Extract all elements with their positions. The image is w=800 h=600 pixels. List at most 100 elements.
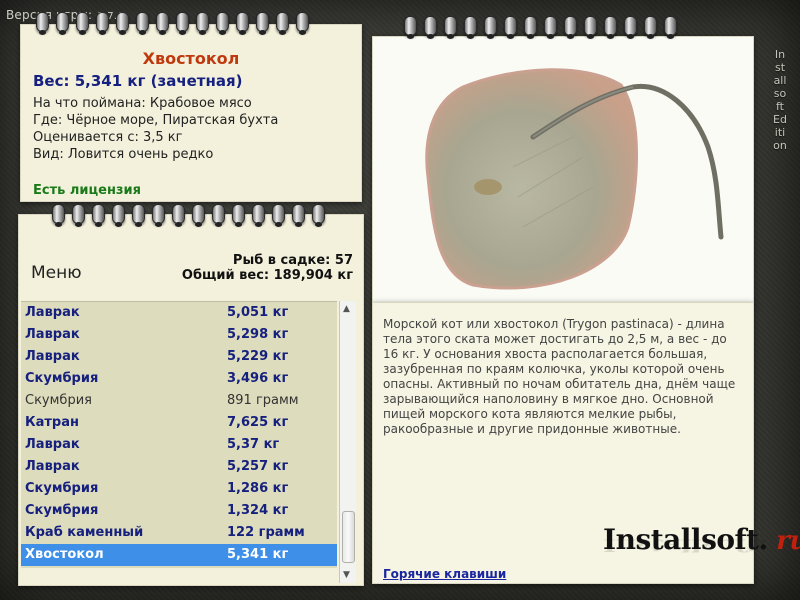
ring-icon bbox=[112, 204, 125, 227]
catch-fish-name: Лаврак bbox=[25, 305, 80, 320]
ring-icon bbox=[484, 16, 497, 39]
catch-fish-weight: 3,496 кг bbox=[227, 371, 289, 386]
ring-icon bbox=[252, 204, 265, 227]
ring-icon bbox=[312, 204, 325, 227]
ring-icon bbox=[424, 16, 437, 39]
catch-list-row[interactable]: Хвостокол 5,341 кг bbox=[21, 544, 337, 566]
catch-fish-name: Катран bbox=[25, 415, 79, 430]
catch-fish-name: Лаврак bbox=[25, 349, 80, 364]
fish-description-card: Морской кот или хвостокол (Trygon pastin… bbox=[372, 302, 800, 584]
total-weight: Общий вес: 189,904 кг bbox=[181, 268, 353, 283]
fish-photo-card bbox=[372, 36, 754, 304]
scroll-up-icon[interactable]: ▲ bbox=[343, 304, 350, 314]
ring-icon bbox=[92, 204, 105, 227]
ring-binding-photo bbox=[404, 16, 677, 39]
fish-rarity: Вид: Ловится очень редко bbox=[33, 147, 214, 162]
catch-fish-weight: 5,37 кг bbox=[227, 437, 280, 452]
side-edition-text: Installsoft Edition bbox=[773, 48, 787, 152]
catch-fish-name: Скумбрия bbox=[25, 371, 99, 386]
hotkeys-link[interactable]: Горячие клавиши bbox=[383, 567, 506, 581]
catch-fish-weight: 5,341 кг bbox=[227, 547, 289, 562]
ring-binding-catch bbox=[52, 204, 325, 227]
ring-icon bbox=[404, 16, 417, 39]
catch-fish-weight: 5,298 кг bbox=[227, 327, 289, 342]
ring-icon bbox=[56, 12, 69, 35]
catch-fish-name: Хвостокол bbox=[25, 547, 104, 562]
ring-icon bbox=[564, 16, 577, 39]
ring-icon bbox=[152, 204, 165, 227]
catch-list-row[interactable]: Скумбрия 1,286 кг bbox=[21, 478, 337, 500]
catch-list-row[interactable]: Краб каменный 122 грамм bbox=[21, 522, 337, 544]
ring-icon bbox=[296, 12, 309, 35]
ring-icon bbox=[232, 204, 245, 227]
ring-icon bbox=[236, 12, 249, 35]
ring-icon bbox=[664, 16, 677, 39]
ring-icon bbox=[544, 16, 557, 39]
ring-binding-top-info bbox=[36, 12, 309, 35]
catch-fish-weight: 7,625 кг bbox=[227, 415, 289, 430]
ring-icon bbox=[36, 12, 49, 35]
catch-list-row[interactable]: Скумбрия 891 грамм bbox=[21, 390, 337, 412]
ring-icon bbox=[136, 12, 149, 35]
ring-icon bbox=[644, 16, 657, 39]
ring-icon bbox=[256, 12, 269, 35]
ring-icon bbox=[172, 204, 185, 227]
fish-info-card: Хвостокол Вес: 5,341 кг (зачетная) На чт… bbox=[20, 24, 362, 202]
catch-list-row[interactable]: Катран 7,625 кг bbox=[21, 412, 337, 434]
catch-fish-name: Лаврак bbox=[25, 327, 80, 342]
stingray-spot bbox=[474, 179, 502, 195]
ring-icon bbox=[96, 12, 109, 35]
catch-fish-name: Скумбрия bbox=[25, 503, 99, 518]
ring-icon bbox=[116, 12, 129, 35]
stingray-photo bbox=[425, 68, 724, 290]
catch-fish-weight: 5,051 кг bbox=[227, 305, 289, 320]
catch-list-row[interactable]: Лаврак 5,229 кг bbox=[21, 346, 337, 368]
ring-icon bbox=[176, 12, 189, 35]
catch-panel: Меню Рыб в садке: 57 Общий вес: 189,904 … bbox=[18, 214, 364, 586]
fish-bait: На что поймана: Крабовое мясо bbox=[33, 96, 252, 111]
ring-icon bbox=[292, 204, 305, 227]
catch-list-scrollbar[interactable]: ▲ ▼ bbox=[339, 301, 356, 583]
fish-min-weight: Оценивается с: 3,5 кг bbox=[33, 130, 183, 145]
fish-weight: Вес: 5,341 кг (зачетная) bbox=[33, 72, 243, 90]
catch-fish-weight: 1,324 кг bbox=[227, 503, 289, 518]
logo-suffix: ru bbox=[776, 526, 800, 556]
catch-list[interactable]: Лаврак 5,051 кг Лаврак 5,298 кг Лаврак 5,229 … bbox=[21, 301, 337, 568]
catch-list-row[interactable]: Скумбрия 1,324 кг bbox=[21, 500, 337, 522]
ring-icon bbox=[624, 16, 637, 39]
ring-icon bbox=[272, 204, 285, 227]
fish-location: Где: Чёрное море, Пиратская бухта bbox=[33, 113, 279, 128]
catch-list-row[interactable]: Лаврак 5,298 кг bbox=[21, 324, 337, 346]
ring-icon bbox=[464, 16, 477, 39]
logo-reflection: Installsoft. bbox=[603, 535, 768, 555]
ring-icon bbox=[524, 16, 537, 39]
scroll-thumb[interactable] bbox=[342, 511, 355, 563]
ring-icon bbox=[584, 16, 597, 39]
ring-icon bbox=[504, 16, 517, 39]
catch-list-row[interactable]: Лаврак 5,051 кг bbox=[21, 302, 337, 324]
menu-button[interactable]: Меню bbox=[31, 263, 82, 283]
ring-icon bbox=[196, 12, 209, 35]
catch-fish-name: Лаврак bbox=[25, 437, 80, 452]
ring-icon bbox=[76, 12, 89, 35]
stingray-body bbox=[425, 68, 638, 290]
catch-list-row[interactable]: Скумбрия 3,496 кг bbox=[21, 368, 337, 390]
ring-icon bbox=[276, 12, 289, 35]
scroll-down-icon[interactable]: ▼ bbox=[343, 570, 350, 580]
catch-stats: Рыб в садке: 57 Общий вес: 189,904 кг bbox=[182, 253, 353, 283]
catch-fish-weight: 122 грамм bbox=[227, 525, 305, 540]
catch-fish-weight: 891 грамм bbox=[227, 393, 299, 408]
ring-icon bbox=[132, 204, 145, 227]
catch-fish-weight: 5,229 кг bbox=[227, 349, 289, 364]
ring-icon bbox=[72, 204, 85, 227]
catch-list-row[interactable]: Лаврак 5,257 кг bbox=[21, 456, 337, 478]
catch-fish-weight: 5,257 кг bbox=[227, 459, 289, 474]
fish-description: Морской кот или хвостокол (Trygon pastin… bbox=[383, 317, 736, 436]
ring-icon bbox=[216, 12, 229, 35]
fish-count: Рыб в садке: 57 bbox=[232, 253, 353, 268]
ring-icon bbox=[212, 204, 225, 227]
catch-list-row[interactable]: Лаврак 5,37 кг bbox=[21, 434, 337, 456]
catch-fish-name: Лаврак bbox=[25, 459, 80, 474]
catch-fish-weight: 1,286 кг bbox=[227, 481, 289, 496]
logo-reflection-text: Installsoft. bbox=[603, 535, 768, 555]
